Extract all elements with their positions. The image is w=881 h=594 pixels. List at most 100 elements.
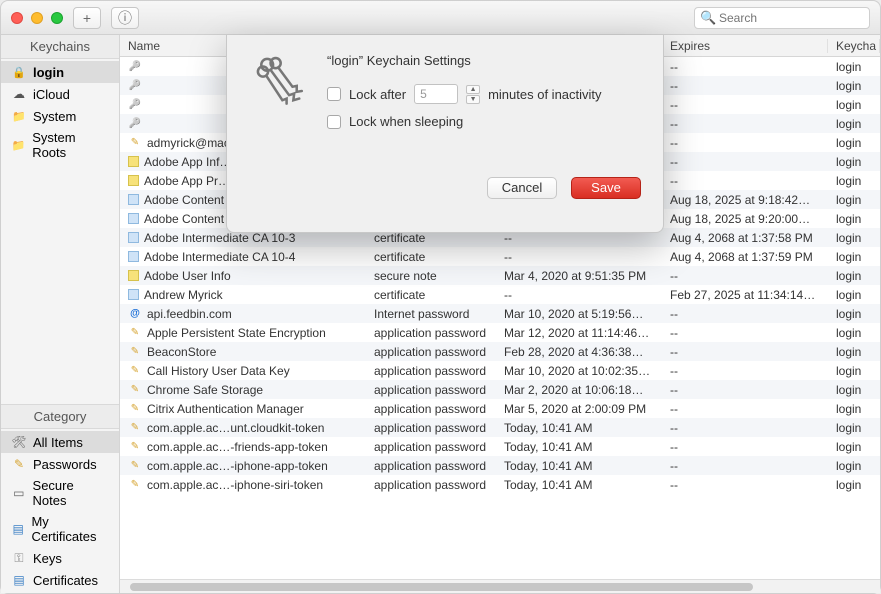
row-keychain: login [828, 326, 880, 340]
row-keychain: login [828, 231, 880, 245]
col-expires[interactable]: Expires [662, 39, 828, 53]
row-modified: -- [496, 250, 662, 264]
table-row[interactable]: Chrome Safe Storageapplication passwordM… [120, 380, 880, 399]
cert-icon [128, 194, 139, 205]
category-header: Category [1, 405, 119, 429]
category-item-label: All Items [33, 435, 83, 450]
table-row[interactable]: Adobe User Infosecure noteMar 4, 2020 at… [120, 266, 880, 285]
table-row[interactable]: Apple Persistent State Encryptionapplica… [120, 323, 880, 342]
row-expires: -- [662, 307, 828, 321]
folder-icon [11, 137, 26, 153]
row-kind: application password [366, 364, 496, 378]
col-keychain[interactable]: Keycha [828, 39, 880, 53]
cancel-button[interactable]: Cancel [487, 177, 557, 199]
lock-after-minutes-input[interactable] [414, 84, 458, 104]
search-input[interactable] [694, 7, 870, 29]
keychain-item-label: iCloud [33, 87, 70, 102]
row-expires: Aug 4, 2068 at 1:37:59 PM [662, 250, 828, 264]
minutes-stepper[interactable]: ▲▼ [466, 84, 480, 104]
scrollbar-thumb[interactable] [130, 583, 753, 591]
minimize-icon[interactable] [31, 12, 43, 24]
row-modified: Mar 10, 2020 at 10:02:35… [496, 364, 662, 378]
row-name: Call History User Data Key [147, 364, 290, 378]
category-item-my-certificates[interactable]: ▤My Certificates [1, 511, 119, 547]
table-row[interactable]: Adobe Intermediate CA 10-4certificate--A… [120, 247, 880, 266]
horizontal-scrollbar[interactable] [120, 579, 880, 593]
row-kind: application password [366, 421, 496, 435]
table-row[interactable]: com.apple.ac…unt.cloudkit-token applicati… [120, 418, 880, 437]
keychains-header: Keychains [1, 35, 119, 59]
table-row[interactable]: BeaconStoreapplication passwordFeb 28, 2… [120, 342, 880, 361]
row-name: com.apple.ac…unt.cloudkit-token [147, 421, 324, 435]
row-expires: -- [662, 421, 828, 435]
row-keychain: login [828, 79, 880, 93]
category-item-all-items[interactable]: 🛠 All Items [1, 431, 119, 453]
row-modified: Today, 10:41 AM [496, 421, 662, 435]
tools-icon: 🛠 [11, 434, 27, 450]
table-row[interactable]: com.apple.ac…-iphone-siri-tokenapplicati… [120, 475, 880, 494]
pencil-icon [128, 440, 142, 454]
keychain-item-login[interactable]: login [1, 61, 119, 83]
row-keychain: login [828, 269, 880, 283]
key-icon: ⚿ [11, 550, 27, 566]
note-icon [128, 270, 139, 281]
keychain-item-icloud[interactable]: ☁iCloud [1, 83, 119, 105]
row-expires: -- [662, 364, 828, 378]
row-name: Chrome Safe Storage [147, 383, 263, 397]
row-keychain: login [828, 307, 880, 321]
category-item-label: Passwords [33, 457, 97, 472]
traffic-lights [11, 12, 63, 24]
keychain-item-label: System Roots [32, 130, 109, 160]
note-icon [128, 156, 139, 167]
row-name: BeaconStore [147, 345, 216, 359]
lock-after-label: Lock after [349, 87, 406, 102]
row-expires: -- [662, 459, 828, 473]
category-item-secure-notes[interactable]: ▭Secure Notes [1, 475, 119, 511]
row-keychain: login [828, 174, 880, 188]
row-expires: -- [662, 117, 828, 131]
table-row[interactable]: com.apple.ac…-iphone-app-tokenapplicatio… [120, 456, 880, 475]
info-button[interactable]: ⓘ [111, 7, 139, 29]
row-expires: -- [662, 60, 828, 74]
row-expires: -- [662, 326, 828, 340]
row-expires: -- [662, 174, 828, 188]
close-icon[interactable] [11, 12, 23, 24]
category-item-label: My Certificates [31, 514, 109, 544]
table-row[interactable]: com.apple.ac…-friends-app-tokenapplicati… [120, 437, 880, 456]
pencil-icon [128, 345, 142, 359]
row-expires: -- [662, 136, 828, 150]
pencil-icon [128, 459, 142, 473]
lock-when-sleeping-checkbox[interactable] [327, 115, 341, 129]
row-modified: Mar 5, 2020 at 2:00:09 PM [496, 402, 662, 416]
row-keychain: login [828, 383, 880, 397]
cert-icon: ▤ [11, 572, 27, 588]
save-button[interactable]: Save [571, 177, 641, 199]
table-row[interactable]: Call History User Data Key application pa… [120, 361, 880, 380]
category-item-certificates[interactable]: ▤Certificates [1, 569, 119, 591]
table-row[interactable]: Andrew Myrickcertificate--Feb 27, 2025 a… [120, 285, 880, 304]
row-name: Adobe User Info [144, 269, 231, 283]
search-icon: 🔍 [700, 10, 716, 26]
row-expires: Feb 27, 2025 at 11:34:14… [662, 288, 828, 302]
lock-after-checkbox[interactable] [327, 87, 341, 101]
row-kind: application password [366, 459, 496, 473]
zoom-icon[interactable] [51, 12, 63, 24]
category-item-keys[interactable]: ⚿Keys [1, 547, 119, 569]
keychain-item-system-roots[interactable]: System Roots [1, 127, 119, 163]
pencil-icon [128, 136, 142, 150]
keychain-item-system[interactable]: System [1, 105, 119, 127]
row-expires: -- [662, 269, 828, 283]
keychain-access-window: + ⓘ 🔍 Keychains login☁iCloudSystemSystem… [0, 0, 881, 594]
row-modified: -- [496, 288, 662, 302]
pencil-icon: ✎ [11, 456, 27, 472]
add-button[interactable]: + [73, 7, 101, 29]
table-row[interactable]: @api.feedbin.comInternet passwordMar 10,… [120, 304, 880, 323]
lock-icon [11, 64, 27, 80]
pencil-icon [128, 364, 142, 378]
row-kind: certificate [366, 250, 496, 264]
row-expires: Aug 18, 2025 at 9:18:42… [662, 193, 828, 207]
row-keychain: login [828, 345, 880, 359]
category-item-passwords[interactable]: ✎ Passwords [1, 453, 119, 475]
table-row[interactable]: Citrix Authentication Managerapplication… [120, 399, 880, 418]
row-keychain: login [828, 117, 880, 131]
